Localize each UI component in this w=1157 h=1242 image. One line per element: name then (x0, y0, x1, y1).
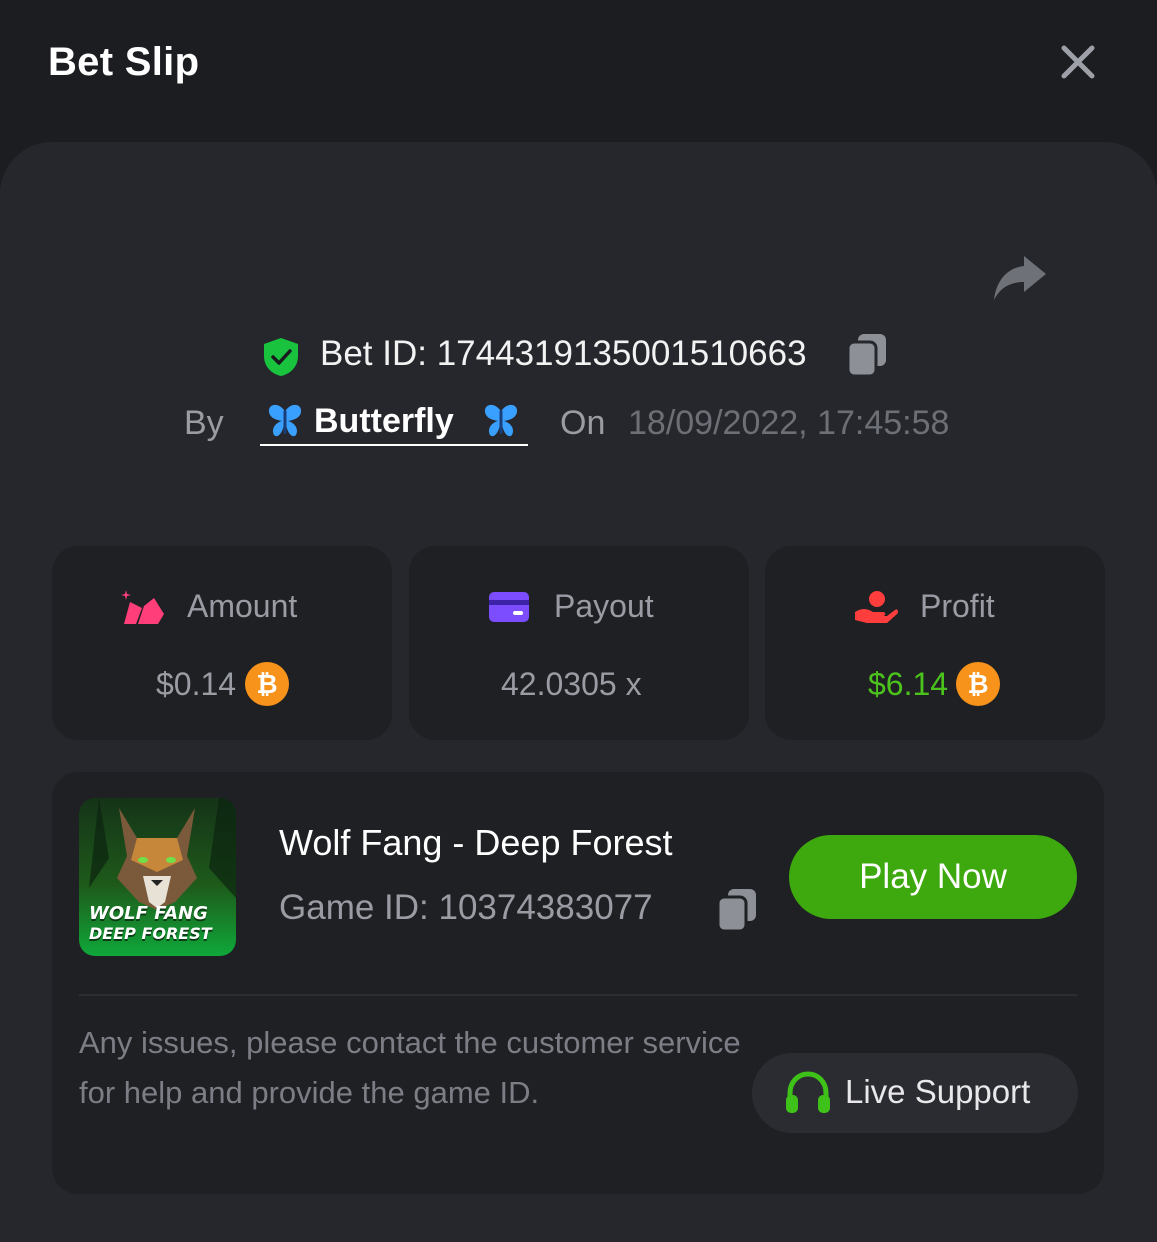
divider (79, 994, 1077, 996)
live-support-button[interactable]: Live Support (752, 1053, 1078, 1133)
amount-icon (121, 590, 164, 624)
game-thumb-title-line-1: WOLF FANG (89, 903, 208, 924)
headphones-icon (786, 1071, 830, 1113)
amount-card: Amount $0.14 ₿ (52, 546, 392, 740)
page-title: Bet Slip (48, 40, 200, 84)
payout-value: 42.0305 x (501, 666, 642, 702)
help-text: Any issues, please contact the customer … (79, 1025, 741, 1110)
bet-id: Bet ID: 1744319135001510663 (320, 334, 807, 373)
share-icon[interactable] (990, 252, 1048, 304)
svg-text:₿: ₿ (256, 670, 277, 700)
copy-game-id-icon[interactable] (716, 887, 758, 933)
payout-card: Payout 42.0305 x (409, 546, 749, 740)
profit-value: $6.14 (868, 666, 949, 702)
copy-bet-id-icon[interactable] (846, 332, 888, 378)
card-icon (489, 592, 529, 622)
close-icon[interactable] (1058, 42, 1098, 82)
profit-label: Profit (920, 588, 995, 624)
butterfly-icon (484, 404, 518, 437)
shield-check-icon (264, 338, 298, 376)
amount-value: $0.14 (156, 666, 237, 702)
bitcoin-icon: ₿ (245, 662, 289, 706)
on-label: On (560, 404, 606, 442)
header: Bet Slip (0, 0, 1157, 130)
bitcoin-icon: ₿ (956, 662, 1000, 706)
profit-hand-icon (855, 591, 899, 623)
payout-label: Payout (554, 588, 654, 624)
play-now-button[interactable]: Play Now (789, 835, 1077, 919)
game-id: Game ID: 10374383077 (279, 888, 653, 927)
svg-text:₿: ₿ (967, 670, 988, 700)
butterfly-icon (268, 404, 302, 437)
game-thumb-title-line-2: DEEP FOREST (89, 924, 212, 943)
live-support-label: Live Support (845, 1073, 1031, 1110)
by-label: By (184, 404, 224, 442)
amount-label: Amount (187, 588, 298, 624)
game-name: Wolf Fang - Deep Forest (279, 822, 673, 863)
game-thumb-title: WOLF FANG DEEP FOREST (89, 904, 212, 944)
bet-date: 18/09/2022, 17:45:58 (628, 404, 950, 442)
game-thumbnail[interactable]: WOLF FANG DEEP FOREST (79, 798, 236, 956)
username-link[interactable]: Butterfly (260, 400, 528, 446)
profit-card: Profit $6.14 ₿ (765, 546, 1105, 740)
username: Butterfly (314, 402, 454, 440)
